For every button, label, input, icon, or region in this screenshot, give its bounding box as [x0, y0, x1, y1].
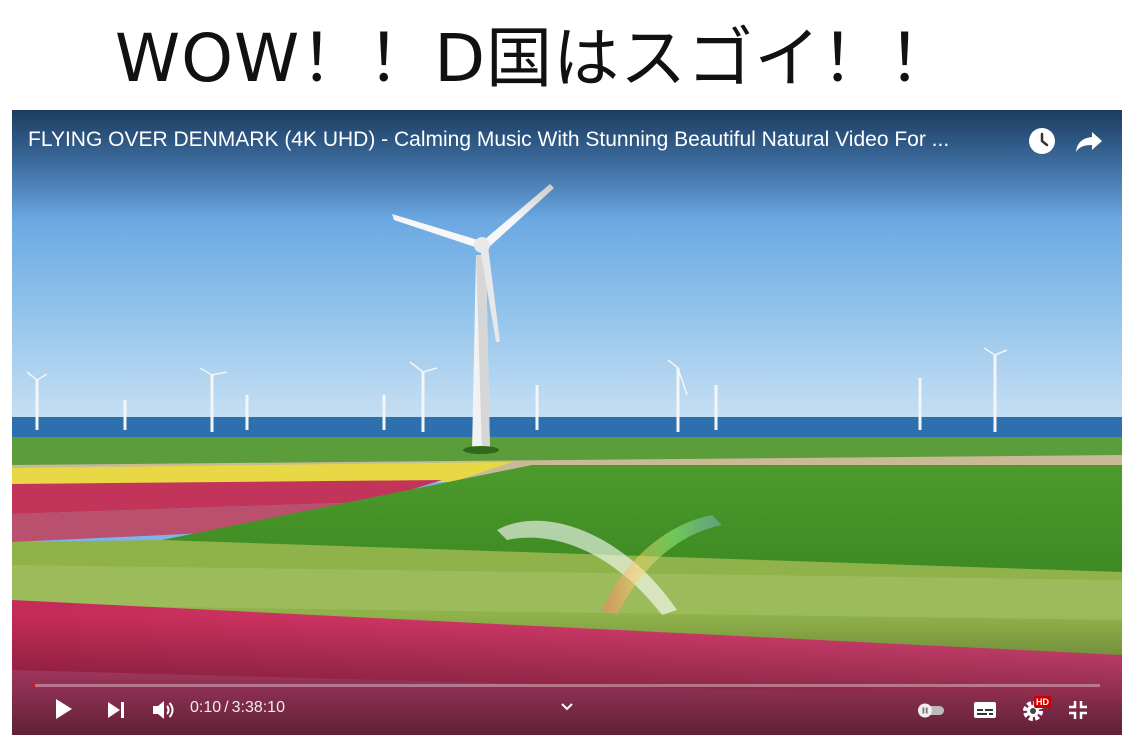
settings-button[interactable]: HD [1020, 696, 1054, 724]
duration: 3:38:10 [231, 699, 285, 716]
current-time: 0:10 [190, 699, 222, 716]
hd-badge: HD [1034, 696, 1051, 708]
exit-fullscreen-icon[interactable] [1066, 698, 1090, 722]
bottom-overlay [12, 615, 1122, 735]
play-icon[interactable] [50, 696, 76, 722]
video-title[interactable]: FLYING OVER DENMARK (4K UHD) - Calming M… [28, 128, 1028, 152]
skip-next-icon[interactable] [104, 698, 128, 722]
time-separator: / [224, 699, 229, 716]
autoplay-toggle-icon[interactable] [916, 701, 946, 719]
progress-bar[interactable] [34, 684, 1100, 687]
caption-text: WOW！！D国はスゴイ！！ [114, 20, 956, 97]
time-display: 0:10/3:38:10 [190, 699, 285, 717]
chevron-down-icon[interactable] [558, 700, 576, 714]
video-player[interactable]: FLYING OVER DENMARK (4K UHD) - Calming M… [12, 110, 1122, 735]
top-overlay [12, 110, 1122, 220]
share-arrow-icon[interactable] [1074, 126, 1104, 156]
clock-icon[interactable] [1027, 126, 1057, 156]
subtitles-icon[interactable] [972, 699, 998, 721]
volume-icon[interactable] [150, 697, 176, 723]
progress-played [34, 684, 36, 687]
